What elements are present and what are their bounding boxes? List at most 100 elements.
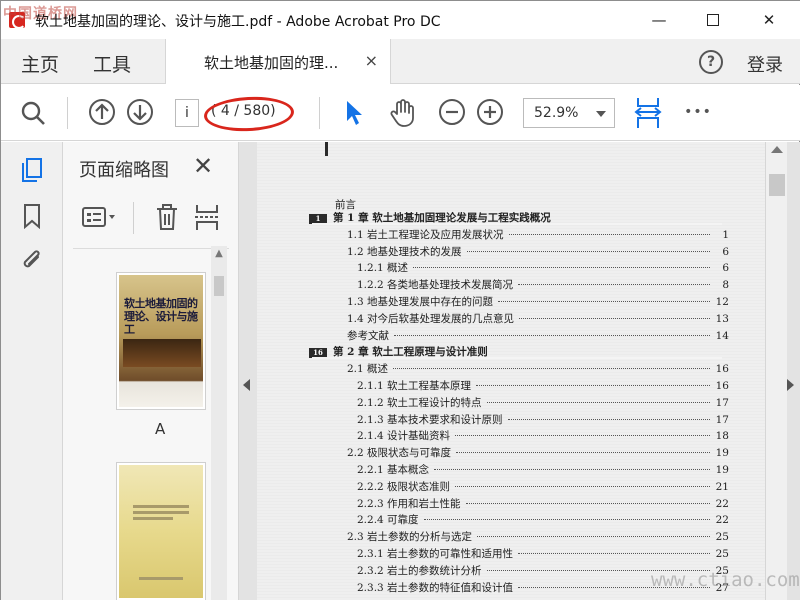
help-icon[interactable]: ? xyxy=(699,50,723,74)
toc-row: 1.1 岩土工程理论及应用发展状况 1 xyxy=(347,227,729,242)
toc-row: 1.2 地基处理技术的发展 6 xyxy=(347,244,729,259)
scroll-up-icon[interactable] xyxy=(771,146,783,153)
toc-entry-title: 2.3.2 岩土的参数统计分析 xyxy=(357,564,482,577)
previous-page-arrow-icon[interactable] xyxy=(243,379,250,391)
toc-page-number: 6 xyxy=(722,262,729,275)
toc-leader-dots xyxy=(455,485,710,487)
page-text-line xyxy=(139,577,183,580)
page-text-line xyxy=(133,517,173,520)
document-scrollbar[interactable] xyxy=(765,142,787,600)
bookmarks-icon[interactable] xyxy=(18,202,46,230)
toc-row: 2.1 概述 16 xyxy=(347,361,729,376)
panel-separator xyxy=(73,248,229,249)
thumbnail-options-icon[interactable] xyxy=(81,202,121,236)
toc-entry-title: 1.2.2 各类地基处理技术发展简况 xyxy=(357,279,514,292)
previous-page-icon[interactable] xyxy=(87,97,117,127)
toc-entry-title: 1.4 对今后软基处理发展的几点意见 xyxy=(347,312,515,325)
nav-home[interactable]: 主页 xyxy=(21,50,59,77)
toc-entry-title: 参考文献 xyxy=(347,329,389,342)
navigation-rail xyxy=(1,142,63,600)
watermark-bottom-right: www.ctiao.com xyxy=(651,569,800,591)
toc-row: 2.2.3 作用和岩土性能 22 xyxy=(357,496,729,511)
document-tab-close-icon[interactable]: × xyxy=(365,51,378,70)
chevron-down-icon xyxy=(596,111,606,117)
toc-page-number: 17 xyxy=(715,413,729,426)
toc-row: 1.4 对今后软基处理发展的几点意见 13 xyxy=(347,311,729,326)
hand-tool-icon[interactable] xyxy=(387,97,419,129)
maximize-button[interactable] xyxy=(691,1,735,39)
panel-close-icon[interactable]: ✕ xyxy=(193,152,213,180)
toc-entry-title: 2.2.1 基本概念 xyxy=(357,464,430,476)
toc-leader-dots xyxy=(476,385,710,386)
panel-title: 页面缩略图 xyxy=(79,160,169,181)
search-icon[interactable] xyxy=(17,97,49,129)
next-page-icon[interactable] xyxy=(125,97,155,127)
toc-page-number: 19 xyxy=(715,447,729,460)
page-thumbnail[interactable]: 软土地基加固的 理论、设计与施工 xyxy=(116,272,206,410)
page-thumbnails-icon[interactable] xyxy=(18,156,46,184)
scroll-up-icon[interactable]: ▲ xyxy=(211,248,227,264)
toc-entry-title: 2.1.2 软土工程设计的特点 xyxy=(357,396,482,409)
toc-leader-dots xyxy=(518,553,710,554)
toc-row: 1.2.2 各类地基处理技术发展简况 8 xyxy=(357,277,729,292)
thumbnail-page-label: A xyxy=(155,420,166,438)
delete-page-icon[interactable] xyxy=(153,202,181,236)
fit-page-icon[interactable] xyxy=(631,95,665,131)
toc-leader-dots xyxy=(465,502,710,504)
document-tab[interactable]: 软土地基加固的理... × xyxy=(165,39,391,84)
book-cover-image: 软土地基加固的 理论、设计与施工 xyxy=(119,275,203,407)
toc-entry-title: 1.2.1 概述 xyxy=(357,262,409,275)
toc-row: 2.2.2 极限状态准则 21 xyxy=(357,479,729,494)
document-tab-label: 软土地基加固的理... xyxy=(204,54,339,72)
top-nav-bar: 主页 工具 软土地基加固的理... × ? 登录 xyxy=(1,39,800,84)
toc-page-number: 12 xyxy=(715,296,729,308)
toc-row: 2.3 岩土参数的分析与选定 25 xyxy=(347,529,729,544)
page-text-line xyxy=(133,505,189,508)
toc-page-number: 13 xyxy=(715,312,729,325)
toc-entry-title: 1.1 岩土工程理论及应用发展状况 xyxy=(347,228,504,241)
close-window-button[interactable]: ✕ xyxy=(747,1,791,39)
minimize-icon: — xyxy=(651,11,667,29)
chapter-rule xyxy=(312,357,722,360)
zoom-select[interactable]: 52.9% xyxy=(523,98,615,128)
thumbnail-scrollbar[interactable]: ▲ xyxy=(211,246,227,600)
toc-row: 2.2.1 基本概念 19 xyxy=(357,462,729,477)
page-thumbnail[interactable] xyxy=(116,462,206,600)
toc-row: 1.2.1 概述 6 xyxy=(357,260,729,275)
login-button[interactable]: 登录 xyxy=(747,51,783,77)
toc-row: 2.1.2 软土工程设计的特点 17 xyxy=(357,395,729,410)
zoom-in-icon[interactable] xyxy=(475,97,505,127)
toc-entry-title: 2.2 极限状态与可靠度 xyxy=(347,447,452,460)
page-number-input[interactable]: i xyxy=(175,99,199,127)
zoom-out-icon[interactable] xyxy=(437,97,467,127)
toc-entry-title: 1.2 地基处理技术的发展 xyxy=(347,245,462,258)
close-icon: ✕ xyxy=(762,11,776,29)
toc-page-number: 16 xyxy=(715,380,729,392)
toc-row: 2.1.1 软土工程基本原理 16 xyxy=(357,378,729,393)
split-page-icon[interactable] xyxy=(193,202,221,236)
minimize-button[interactable]: — xyxy=(637,1,681,39)
toc-page-number: 16 xyxy=(715,363,729,376)
toc-leader-dots xyxy=(456,452,710,454)
cover-photo xyxy=(123,339,201,367)
toc-page-number: 6 xyxy=(722,245,729,258)
toc-entry-title: 2.3.1 岩土参数的可靠性和适用性 xyxy=(357,548,514,560)
title-bar: 中国道桥网 软土地基加固的理论、设计与施工.pdf - Adobe Acroba… xyxy=(1,1,800,39)
more-tools-icon[interactable]: ••• xyxy=(683,99,713,125)
toc-leader-dots xyxy=(466,250,710,252)
scrollbar-thumb[interactable] xyxy=(214,276,224,296)
nav-tools[interactable]: 工具 xyxy=(93,50,131,77)
select-cursor-icon[interactable] xyxy=(339,97,369,129)
next-page-arrow-icon[interactable] xyxy=(787,379,794,391)
attachments-icon[interactable] xyxy=(18,246,46,274)
toc-page-number: 14 xyxy=(715,329,729,342)
toc-entry-title: 2.2.3 作用和岩土性能 xyxy=(357,497,461,510)
toc-page-number: 22 xyxy=(715,514,729,527)
toc-row: 2.1.4 设计基础资料 18 xyxy=(357,428,729,443)
scrollbar-thumb[interactable] xyxy=(769,174,785,196)
toolbar-divider xyxy=(319,97,320,129)
toc-leader-dots xyxy=(413,267,710,269)
toc-entry-title: 1.3 地基处理发展中存在的问题 xyxy=(347,296,494,308)
maximize-icon xyxy=(707,14,719,26)
toc-leader-dots xyxy=(519,317,710,319)
